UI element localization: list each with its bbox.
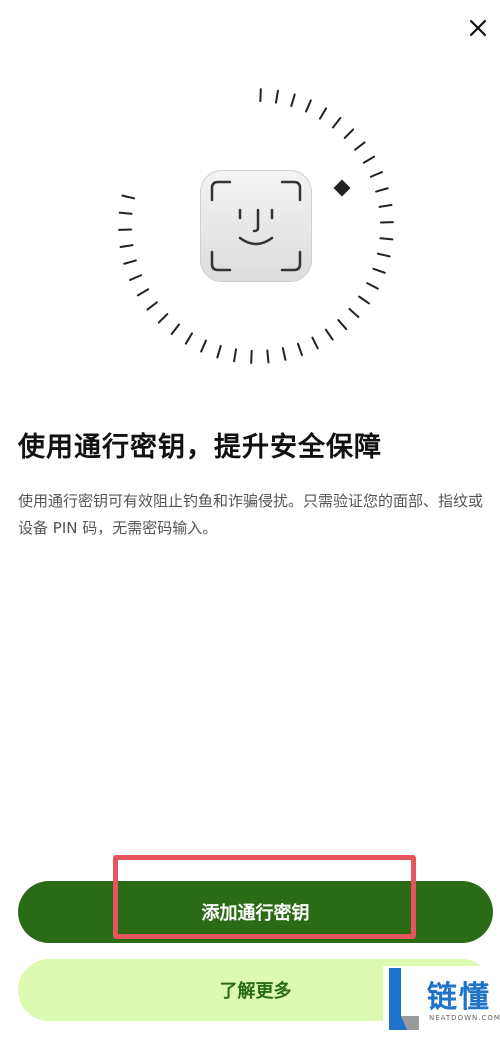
progress-tick [296,342,303,357]
progress-tick [118,211,133,215]
progress-tick [324,328,334,341]
progress-tick [119,244,134,248]
progress-tick [358,295,371,305]
page-description: 使用通行密钥可有效阻止钓鱼和诈骗侵扰。只需验证您的面部、指纹或设备 PIN 码，… [18,492,484,537]
progress-tick [376,252,391,258]
progress-tick [369,171,383,178]
progress-tick [281,347,287,361]
progress-tick [375,187,389,193]
progress-tick [372,267,386,274]
progress-tick [319,107,328,120]
watermark-l-mark [389,968,419,1030]
progress-tick [129,274,143,281]
progress-tick [311,336,319,350]
diamond-icon [333,179,351,197]
progress-tick [305,99,312,113]
progress-tick [233,348,238,363]
progress-tick [157,313,169,324]
progress-tick [366,282,379,290]
progress-tick [274,89,279,104]
progress-tick [170,323,181,335]
progress-tick [354,141,366,151]
face-id-icon [210,180,302,272]
face-id-tile [200,170,312,282]
progress-tick [136,288,150,297]
progress-tick [337,319,348,331]
progress-tick [184,332,193,345]
watermark-text: 链懂 [427,980,491,1015]
progress-tick [348,307,360,318]
watermark-subtext: NEATDOWN.COM [429,1014,500,1022]
passkey-illustration [0,0,500,400]
progress-tick [266,349,270,364]
progress-tick [146,301,158,311]
progress-tick [200,339,207,353]
progress-tick [379,237,394,241]
add-passkey-button[interactable]: 添加通行密钥 [18,881,493,943]
progress-tick [216,344,222,359]
progress-tick [378,204,393,208]
progress-tick [343,128,355,139]
watermark-logo: 链懂 NEATDOWN.COM [383,966,500,1036]
progress-tick [121,194,136,200]
progress-tick [331,117,342,129]
progress-tick [123,259,137,265]
progress-tick [362,155,376,164]
page-title: 使用通行密钥，提升安全保障 [18,432,382,463]
progress-tick [290,93,296,108]
